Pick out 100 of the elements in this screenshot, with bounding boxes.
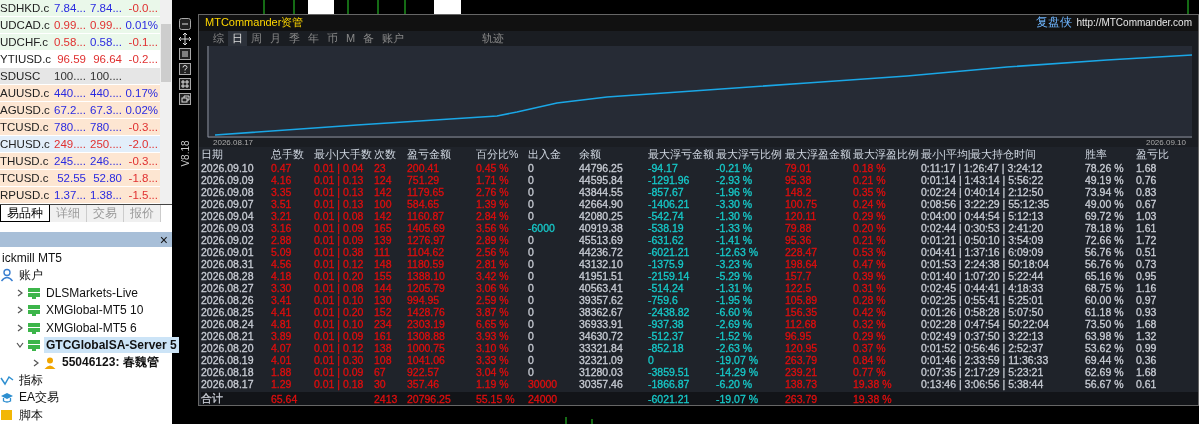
table-cell-text: 1000.75 <box>407 341 446 354</box>
table-cell-text: 0.18 % <box>853 161 887 174</box>
table-cell-text: 2.88 <box>271 233 293 246</box>
tree-item[interactable]: XMGlobal-MT5 10 <box>44 302 146 319</box>
table-cell-text: 198.64 <box>785 257 819 270</box>
watchlist-row[interactable]: UDCAD.c 0.99... 0.99... 0.01% <box>0 17 160 34</box>
tree-item[interactable]: EA交易 <box>17 388 61 408</box>
watchlist-row[interactable]: THUSD.c 245.... 246.... -0.3... <box>0 153 160 170</box>
chevron-down-icon[interactable] <box>16 341 24 350</box>
table-cell-text: 0 <box>528 161 535 174</box>
table-cell-text: 148 <box>374 257 393 270</box>
tab[interactable]: 币 <box>323 30 342 46</box>
watchlist-row[interactable]: SDUSC 100.... 100.... <box>0 68 160 85</box>
help-icon[interactable] <box>179 63 191 75</box>
document-icon[interactable] <box>179 48 191 60</box>
tree-item[interactable]: 脚本 <box>17 405 45 424</box>
tab[interactable]: 月 <box>266 30 285 46</box>
table-cell-text: -94.17 <box>648 161 679 174</box>
bid-price: 1.37... <box>53 189 87 201</box>
tree-item[interactable]: XMGlobal-MT5 6 <box>44 319 139 336</box>
script-icon <box>0 409 14 422</box>
chevron-right-icon[interactable] <box>16 323 24 332</box>
watchlist-row[interactable]: AUUSD.c 440.... 440.... 0.17% <box>0 85 160 102</box>
table-cell-text: 1180.59 <box>407 257 446 270</box>
move-icon[interactable] <box>179 33 191 45</box>
tree-item[interactable]: ickmill MT5 <box>0 249 64 266</box>
symbol-name: THUSD.c <box>0 155 50 167</box>
table-cell-text: 0.76 <box>1136 173 1158 186</box>
website-link[interactable]: http://MTCommander.com <box>1076 17 1192 29</box>
table-cell-text: 3.06 % <box>476 281 510 294</box>
scrollbar[interactable] <box>160 0 172 204</box>
restore-icon[interactable] <box>179 93 191 105</box>
table-cell-text: 1.16 <box>1136 281 1158 294</box>
table-cell-text: 751.29 <box>407 173 441 186</box>
ask-price: 100.... <box>89 70 123 82</box>
table-cell-text: 3.89 <box>271 329 293 342</box>
server-icon <box>27 339 41 352</box>
table-cell-text: 165 <box>374 221 393 234</box>
watchlist-row[interactable]: TCUSD.c 52.55 52.80 -1.8... <box>0 170 160 187</box>
close-button[interactable]: × <box>155 232 172 247</box>
table-cell-text: 0 <box>528 185 535 198</box>
table-cell-text: 152 <box>374 305 393 318</box>
watchlist-row[interactable]: AGUSD.c 67.2... 67.3... 0.02% <box>0 102 160 119</box>
watchlist-row[interactable]: TCUSD.c 780.... 780.... -0.3... <box>0 119 160 136</box>
watchlist-row[interactable]: UDCHF.c 0.58... 0.58... -0.1... <box>0 34 160 51</box>
tab[interactable]: 备 <box>359 30 379 46</box>
table-cell-text: 0.93 <box>1136 305 1158 318</box>
table-cell-text: 1.03 <box>1136 209 1158 222</box>
chart-line-icon <box>0 374 14 387</box>
table-cell-text: 2026.08.27 <box>201 281 255 294</box>
bid-price: 440.... <box>53 87 87 99</box>
tab[interactable]: 综 <box>209 30 228 46</box>
watchlist-row[interactable]: SDHKD.c 7.84... 7.84... -0.0... <box>0 0 160 17</box>
chevron-right-icon[interactable] <box>16 288 24 297</box>
table-cell-text: 0 <box>528 353 535 366</box>
table-cell-text: 155 <box>374 269 393 282</box>
table-cell-text: 38362.67 <box>579 305 624 318</box>
chevron-right-icon[interactable] <box>16 306 24 315</box>
table-cell-text: 200.41 <box>407 161 441 174</box>
tab[interactable]: 周 <box>247 30 266 46</box>
table-cell-text: 95.36 <box>785 233 813 246</box>
minimize-icon[interactable] <box>179 18 191 30</box>
tree-item[interactable]: 账户 <box>17 265 45 285</box>
table-cell-text: 0 <box>528 317 535 330</box>
table-cell-text: -1.33 % <box>716 221 754 234</box>
change-percent: -0.3... <box>127 121 159 133</box>
tree-item[interactable]: DLSMarkets-Live <box>44 284 141 301</box>
tab[interactable]: 轨迹 <box>478 30 509 46</box>
table-cell-text: 0.73 <box>1136 257 1158 270</box>
table-cell-text: 2.89 % <box>476 233 510 246</box>
tree-item[interactable]: 55046123: 春魏管 <box>60 353 161 373</box>
table-cell-text: 0:04:00 | 0:44:54 | 5:12:13 <box>921 209 1045 222</box>
table-cell-text: 1388.10 <box>407 269 446 282</box>
table-cell-text: 0:13:46 | 3:06:56 | 5:38:44 <box>921 377 1045 390</box>
table-cell-text: 112.68 <box>785 317 818 330</box>
table-cell-text: 1.32 <box>1136 329 1158 342</box>
table-cell-text: 44236.72 <box>579 245 624 258</box>
table-cell-text: 0.01 | 0.13 <box>314 173 365 186</box>
change-percent: 0.01% <box>124 19 159 31</box>
tab[interactable]: 易品种 <box>0 205 50 222</box>
table-cell-text: 3.56 % <box>476 221 510 234</box>
ask-price: 780.... <box>89 121 123 133</box>
tab[interactable]: M <box>342 30 360 46</box>
table-cell-text: 49.00 % <box>1085 197 1125 210</box>
watchlist-row[interactable]: RPUSD.c 1.37... 1.38... -1.5... <box>0 187 160 204</box>
table-cell-text: 3.41 <box>271 293 293 306</box>
grid-icon[interactable] <box>179 78 191 90</box>
tab[interactable]: 账户 <box>378 30 409 46</box>
ask-price: 7.84... <box>89 2 123 14</box>
chevron-right-icon[interactable] <box>32 358 40 367</box>
watchlist-row[interactable]: CHUSD.c 249.... 250.... -2.0... <box>0 136 160 153</box>
tree-item[interactable]: 指标 <box>17 370 45 390</box>
tab[interactable]: 季 <box>285 30 304 46</box>
table-cell-text: 0 <box>528 209 535 222</box>
table-cell-text: 30000 <box>528 377 559 390</box>
tab[interactable]: 年 <box>304 30 323 46</box>
tree-item[interactable]: GTCGlobalSA-Server 5 <box>44 337 179 354</box>
table-cell-text: 1205.79 <box>407 281 446 294</box>
table-cell-text: 2.76 % <box>476 185 510 198</box>
column-header: 最大浮亏金额 <box>648 147 715 162</box>
